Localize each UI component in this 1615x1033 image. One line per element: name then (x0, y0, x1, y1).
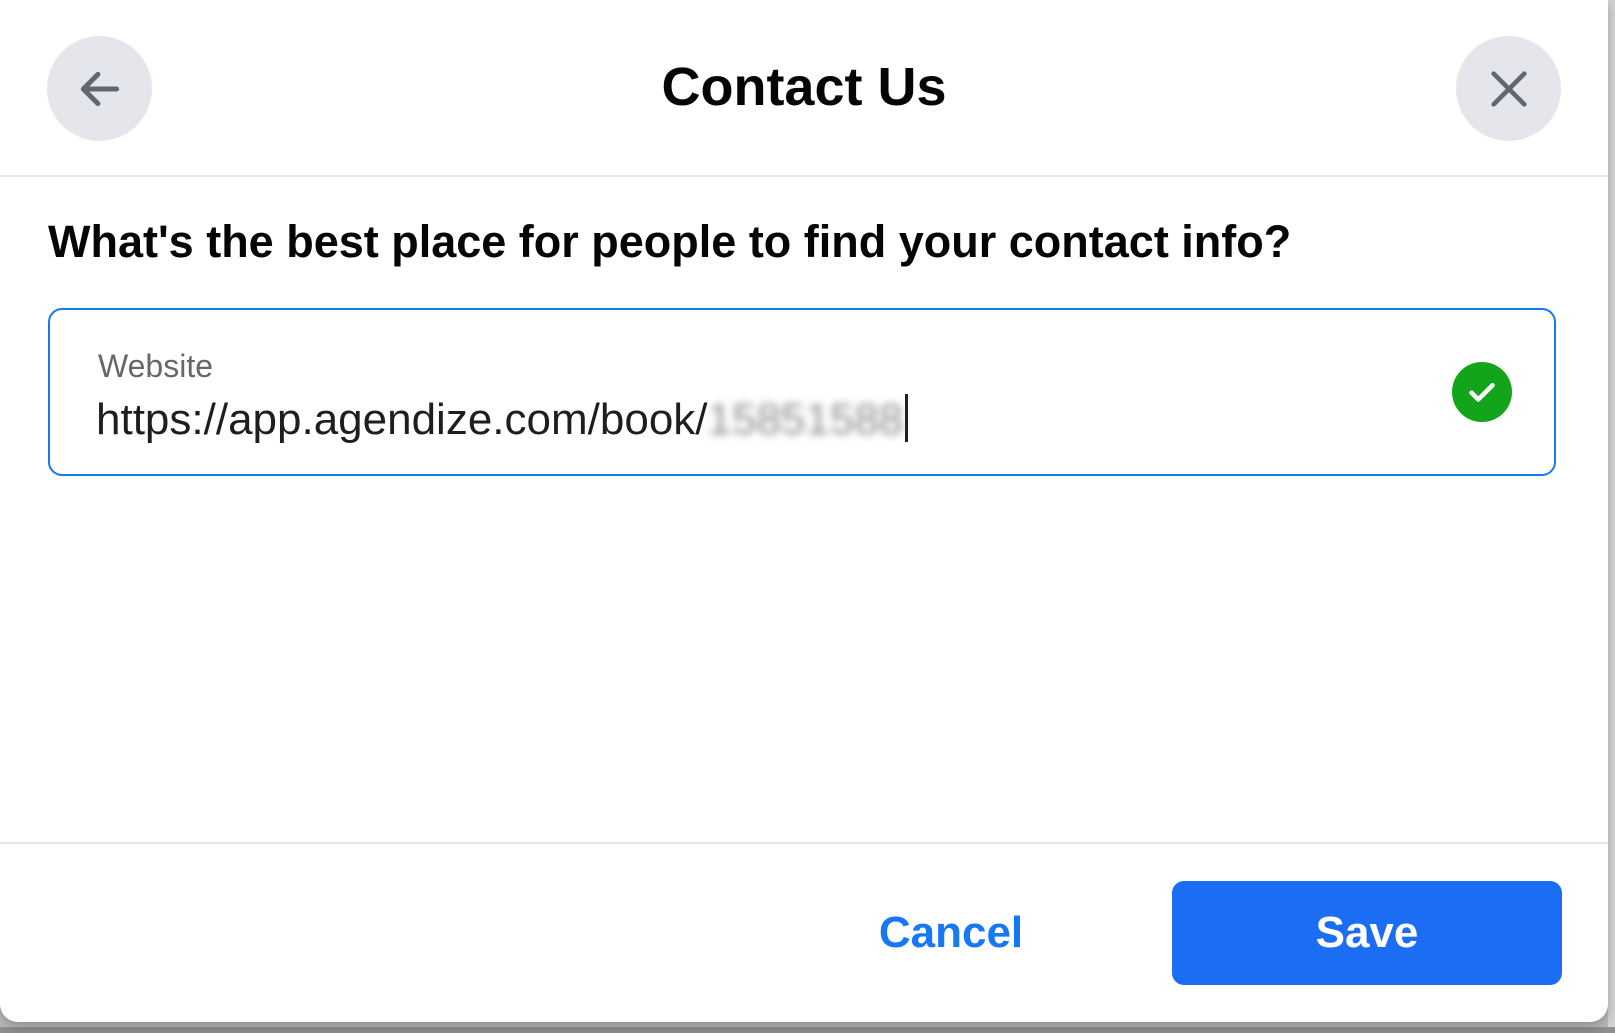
footer-divider (0, 842, 1608, 844)
text-caret (905, 394, 909, 442)
website-value-redacted: 15851588 (707, 395, 904, 444)
check-circle-icon (1452, 362, 1512, 422)
contact-question: What's the best place for people to find… (48, 216, 1292, 267)
cancel-button[interactable]: Cancel (858, 880, 1044, 985)
save-button[interactable]: Save (1172, 881, 1562, 985)
contact-us-dialog: Contact Us What's the best place for peo… (0, 0, 1608, 1022)
dialog-title: Contact Us (661, 57, 947, 117)
website-input[interactable]: https://app.agendize.com/book/15851588 (96, 392, 909, 448)
website-field-label: Website (98, 348, 214, 384)
dialog-header: Contact Us (0, 0, 1608, 177)
close-icon (1490, 70, 1527, 107)
website-value: https://app.agendize.com/book/ (96, 395, 708, 444)
close-button[interactable] (1456, 36, 1561, 141)
backdrop-edge (1608, 0, 1615, 1027)
website-field[interactable]: Website https://app.agendize.com/book/15… (48, 308, 1556, 476)
